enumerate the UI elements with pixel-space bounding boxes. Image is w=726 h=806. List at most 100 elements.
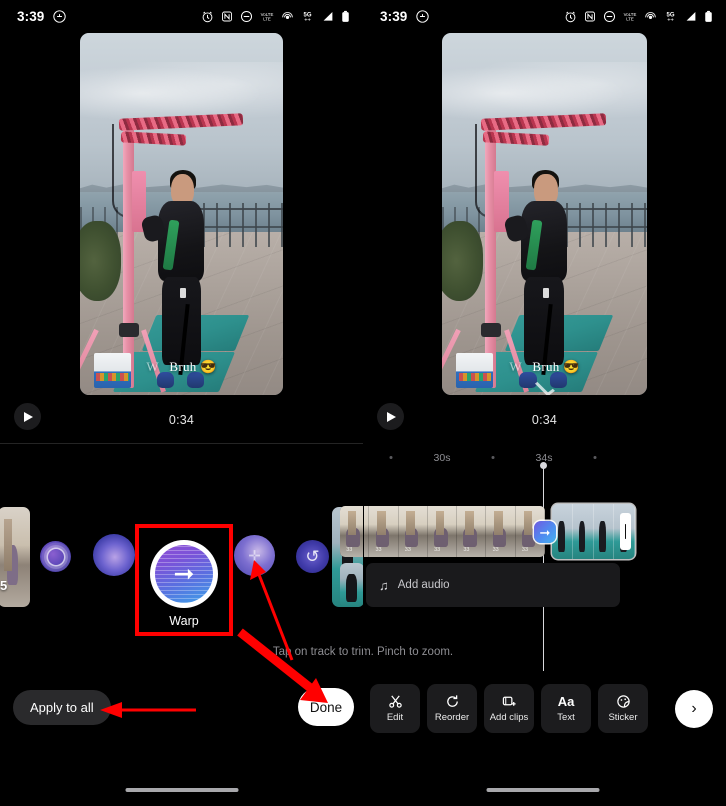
next-button[interactable]: › <box>675 690 713 728</box>
status-bar-right-left-group: 3:39 <box>380 9 430 24</box>
clip-trim-handle[interactable] <box>620 513 631 550</box>
5g-icon: 5G++ <box>666 12 674 23</box>
tool-reorder-label: Reorder <box>434 712 470 723</box>
filter-option-4[interactable] <box>234 535 275 576</box>
tool-edit-label: Edit <box>386 712 404 723</box>
clip-frame: 33 <box>486 506 516 557</box>
nfc-icon <box>222 11 232 21</box>
filter-option-2[interactable] <box>93 534 135 576</box>
caption-ghost: W <box>146 359 159 375</box>
volte-icon: VoLTELTE <box>261 11 274 21</box>
screenshot-root: 3:39 VoLTE LTE 5G ++ W Bruh 😎 0:34 5 ✛ ↺… <box>0 0 726 806</box>
hotspot-icon <box>282 11 293 19</box>
signal-icon <box>323 11 333 21</box>
play-button[interactable] <box>14 403 41 430</box>
filter-option-5[interactable] <box>296 540 329 573</box>
video-frame-right[interactable]: W Bruh 😎 <box>442 33 647 395</box>
arrow-right-icon: ➞ <box>539 524 551 540</box>
left-phone-panel: 3:39 VoLTE LTE 5G ++ W Bruh 😎 0:34 5 ✛ ↺… <box>0 0 363 806</box>
clip-frame: 33 <box>369 506 399 557</box>
filter-option-1[interactable] <box>40 541 71 572</box>
tool-edit[interactable]: Edit <box>370 684 420 733</box>
5g-icon: 5G++ <box>303 12 311 23</box>
tool-add-clips[interactable]: Add clips <box>484 684 534 733</box>
done-button[interactable]: Done <box>298 688 354 726</box>
text-icon: Aa <box>557 694 575 709</box>
status-bar-left: 3:39 VoLTE LTE 5G ++ <box>0 0 363 32</box>
ruler-label-30s: 30s <box>433 452 451 464</box>
tool-add-clips-label: Add clips <box>489 712 529 723</box>
svg-text:LTE: LTE <box>626 16 634 21</box>
panel-split-line <box>363 0 364 806</box>
ruler-label-34s: 34s <box>535 452 553 464</box>
status-bar-left-group: 3:39 <box>17 8 67 24</box>
svg-text:LTE: LTE <box>263 16 271 21</box>
sky-region <box>442 33 647 193</box>
volte-icon: VoLTELTE <box>624 11 637 21</box>
video-caption-right: W Bruh 😎 <box>442 359 647 375</box>
caption-ghost: W <box>509 359 522 375</box>
add-clips-icon <box>502 694 517 709</box>
status-time: 3:39 <box>17 8 45 24</box>
clip-primary[interactable]: 33 33 33 33 33 33 33 <box>340 506 545 557</box>
play-button-right[interactable] <box>377 403 404 430</box>
video-preview-left[interactable]: W Bruh 😎 <box>0 33 363 400</box>
person-subject <box>140 169 214 389</box>
editor-toolbar: Edit Reorder Add clips Aa Text Sticker <box>370 684 648 733</box>
video-duration-right: 0:34 <box>531 413 558 427</box>
tripod-hub <box>118 322 139 338</box>
filters-area: 5 ➞ Warp <box>0 444 363 806</box>
pink-pole <box>485 127 497 388</box>
status-bar-right-group: VoLTE LTE 5G ++ <box>201 10 350 23</box>
ruler-dot-1 <box>389 456 393 459</box>
video-duration: 0:34 <box>168 413 195 427</box>
filter-carousel[interactable]: ➞ Warp <box>0 510 363 636</box>
person-logo <box>542 287 549 299</box>
status-bar-right: 3:39 VoLTE LTE 5G ++ <box>363 0 726 32</box>
dnd-icon <box>603 10 616 22</box>
warp-transition-icon[interactable]: ➞ <box>534 521 556 543</box>
nfc-icon <box>585 11 595 21</box>
alarm-icon <box>565 11 576 22</box>
music-note-icon: ♫ <box>379 577 389 593</box>
add-audio-label: Add audio <box>397 579 450 591</box>
clip-frame <box>572 504 594 559</box>
filter-warp-label: Warp <box>169 614 199 628</box>
ruler-dot-3 <box>593 456 597 459</box>
play-icon <box>387 411 396 422</box>
clip-frame: 33 <box>457 506 487 557</box>
battery-icon <box>342 10 349 22</box>
video-frame[interactable]: W Bruh 😎 <box>80 33 283 395</box>
playback-row-right: 0:34 <box>363 403 726 437</box>
home-gesture-bar-left[interactable] <box>125 788 238 792</box>
playback-row-left: 0:34 <box>0 403 363 437</box>
video-caption: W Bruh 😎 <box>80 359 283 375</box>
alarm-icon <box>202 11 213 22</box>
add-audio-track[interactable]: ♫ Add audio <box>366 563 620 607</box>
svg-text:++: ++ <box>667 17 674 23</box>
sky-region <box>80 33 283 193</box>
sticker-icon <box>616 694 631 709</box>
caption-text: Bruh 😎 <box>532 359 580 375</box>
tool-text[interactable]: Aa Text <box>541 684 591 733</box>
filter-option-warp[interactable]: ➞ <box>150 540 218 608</box>
svg-text:++: ++ <box>304 17 311 23</box>
tool-sticker[interactable]: Sticker <box>598 684 648 733</box>
ruler-dot-2 <box>491 456 495 459</box>
tool-reorder[interactable]: Reorder <box>427 684 477 733</box>
clip-frame: 33 <box>427 506 458 557</box>
tool-text-label: Text <box>557 712 575 723</box>
bush <box>442 221 483 301</box>
clip-frame: 33 <box>398 506 428 557</box>
play-icon <box>24 411 33 422</box>
tripod-hub <box>480 322 502 338</box>
scissors-icon <box>388 694 403 709</box>
apply-to-all-button[interactable]: Apply to all <box>13 690 111 725</box>
clip-track[interactable]: 33 33 33 33 33 33 33 <box>340 504 726 559</box>
caption-text: Bruh 😎 <box>169 359 217 375</box>
person-logo <box>179 287 186 299</box>
arrow-right-icon: ➞ <box>173 559 195 588</box>
refresh-icon <box>445 694 460 709</box>
video-preview-right[interactable]: W Bruh 😎 <box>363 33 726 400</box>
bush <box>80 221 121 301</box>
